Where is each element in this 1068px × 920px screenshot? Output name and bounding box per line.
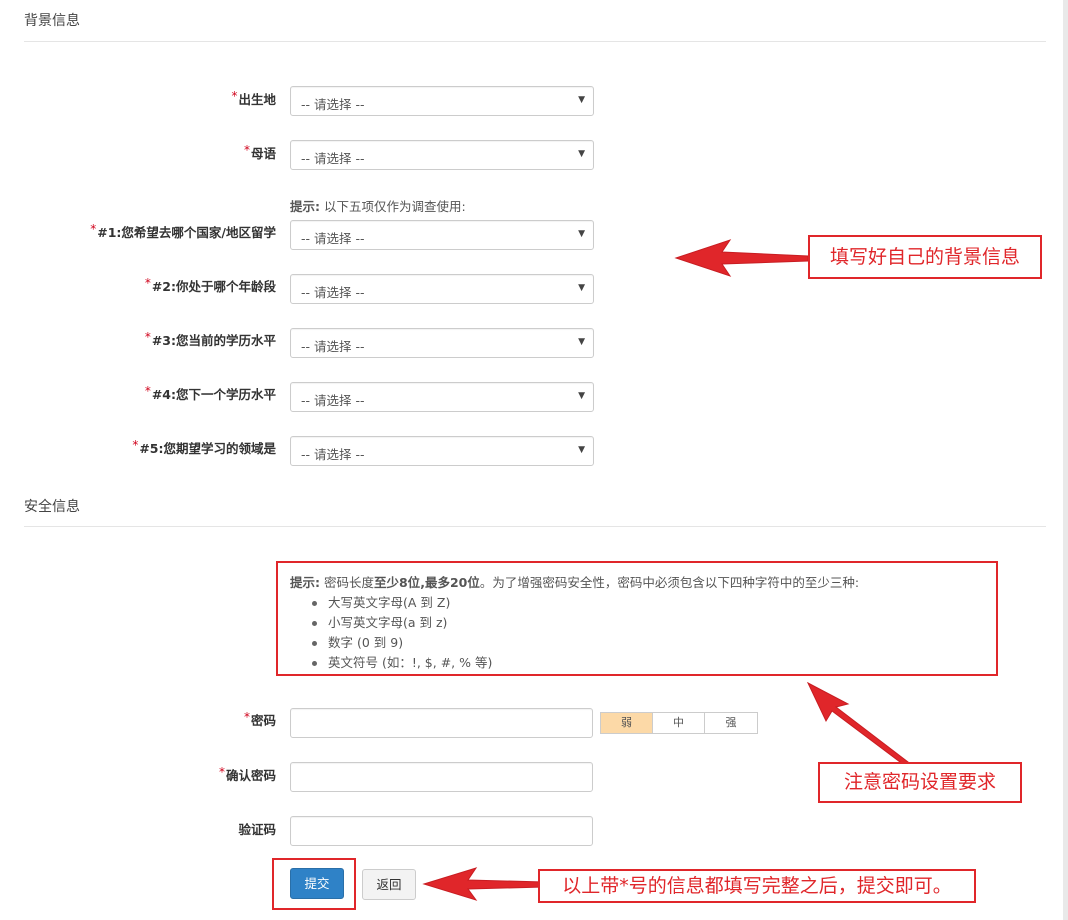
required-mark: * bbox=[132, 438, 139, 452]
callout-password-requirements: 注意密码设置要求 bbox=[818, 762, 1022, 803]
select-value: -- 请选择 -- bbox=[301, 231, 365, 246]
required-mark: * bbox=[144, 276, 151, 290]
required-mark: * bbox=[144, 384, 151, 398]
required-mark: * bbox=[90, 222, 97, 236]
label-current-education: *#3:您当前的学历水平 bbox=[144, 330, 276, 348]
chevron-down-icon: ▼ bbox=[578, 229, 585, 239]
callout-submit-instruction: 以上带*号的信息都填写完整之后，提交即可。 bbox=[538, 869, 976, 903]
select-native-language[interactable]: -- 请选择 -- ▼ bbox=[290, 140, 594, 170]
label-study-destination: *#1:您希望去哪个国家/地区留学 bbox=[90, 222, 276, 240]
chevron-down-icon: ▼ bbox=[578, 149, 585, 159]
select-value: -- 请选择 -- bbox=[301, 285, 365, 300]
chevron-down-icon: ▼ bbox=[578, 95, 585, 105]
chevron-down-icon: ▼ bbox=[578, 391, 585, 401]
required-mark: * bbox=[243, 143, 250, 157]
back-button[interactable]: 返回 bbox=[362, 869, 416, 900]
select-study-destination[interactable]: -- 请选择 -- ▼ bbox=[290, 220, 594, 250]
confirm-password-field[interactable] bbox=[290, 762, 593, 792]
label-next-education: *#4:您下一个学历水平 bbox=[144, 384, 276, 402]
select-birthplace[interactable]: -- 请选择 -- ▼ bbox=[290, 86, 594, 116]
select-value: -- 请选择 -- bbox=[301, 339, 365, 354]
submit-highlight-box bbox=[272, 858, 356, 910]
label-birthplace: *出生地 bbox=[231, 89, 276, 107]
section-divider bbox=[24, 526, 1046, 527]
select-value: -- 请选择 -- bbox=[301, 97, 365, 112]
strength-weak: 弱 bbox=[601, 713, 653, 733]
password-strength-meter: 弱 中 强 bbox=[600, 712, 758, 734]
select-value: -- 请选择 -- bbox=[301, 393, 365, 408]
label-password: *密码 bbox=[243, 710, 276, 728]
chevron-down-icon: ▼ bbox=[578, 283, 585, 293]
password-field[interactable] bbox=[290, 708, 593, 738]
survey-hint: 提示: 以下五项仅作为调查使用: bbox=[290, 199, 466, 214]
label-confirm-password: *确认密码 bbox=[218, 765, 276, 783]
strength-strong: 强 bbox=[705, 713, 757, 733]
strength-medium: 中 bbox=[653, 713, 705, 733]
password-hint-highlight-box bbox=[276, 561, 998, 676]
page-right-border bbox=[1063, 0, 1068, 920]
label-study-field: *#5:您期望学习的领域是 bbox=[132, 438, 276, 456]
callout-background-info: 填写好自己的背景信息 bbox=[808, 235, 1042, 279]
select-next-education[interactable]: -- 请选择 -- ▼ bbox=[290, 382, 594, 412]
label-native-language: *母语 bbox=[243, 143, 276, 161]
required-mark: * bbox=[144, 330, 151, 344]
required-mark: * bbox=[218, 765, 225, 779]
arrow-to-submit bbox=[422, 867, 545, 901]
label-age-group: *#2:你处于哪个年龄段 bbox=[144, 276, 276, 294]
section-divider bbox=[24, 41, 1046, 42]
required-mark: * bbox=[231, 89, 238, 103]
select-study-field[interactable]: -- 请选择 -- ▼ bbox=[290, 436, 594, 466]
select-value: -- 请选择 -- bbox=[301, 151, 365, 166]
arrow-to-password-hint bbox=[806, 681, 909, 766]
captcha-field[interactable] bbox=[290, 816, 593, 846]
section-title-security: 安全信息 bbox=[24, 499, 80, 515]
chevron-down-icon: ▼ bbox=[578, 445, 585, 455]
chevron-down-icon: ▼ bbox=[578, 337, 585, 347]
required-mark: * bbox=[243, 710, 250, 724]
arrow-to-background-fields bbox=[674, 239, 809, 277]
label-captcha: 验证码 bbox=[238, 822, 276, 837]
select-value: -- 请选择 -- bbox=[301, 447, 365, 462]
section-title-background: 背景信息 bbox=[24, 13, 80, 29]
select-current-education[interactable]: -- 请选择 -- ▼ bbox=[290, 328, 594, 358]
select-age-group[interactable]: -- 请选择 -- ▼ bbox=[290, 274, 594, 304]
